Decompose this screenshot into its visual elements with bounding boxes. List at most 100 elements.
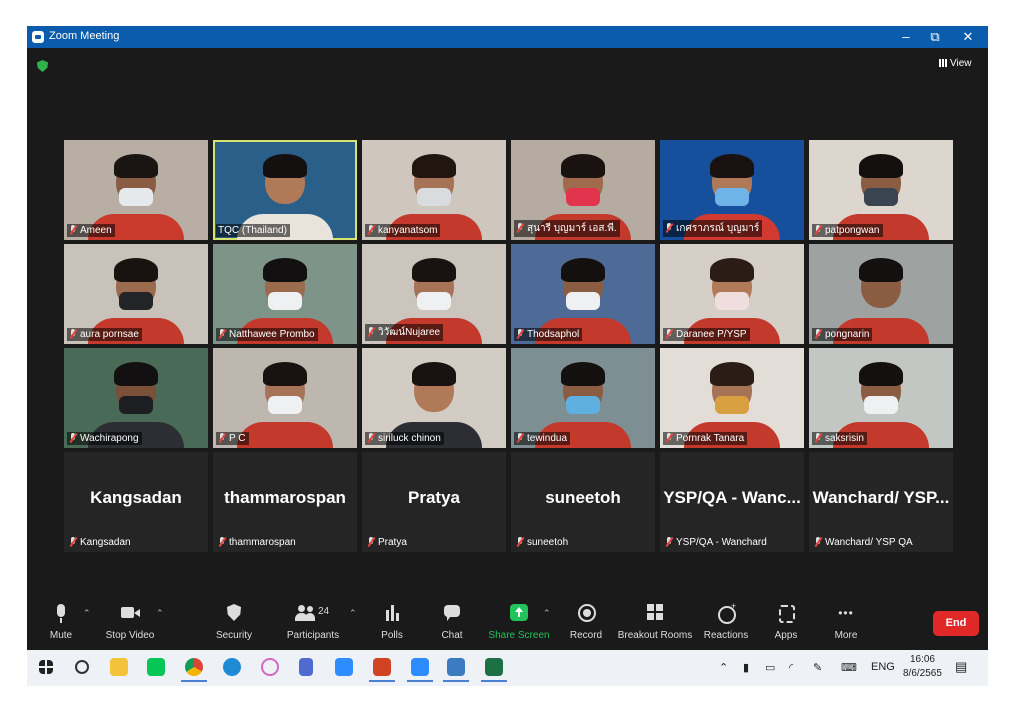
participant-name: Wanchard/ YSP QA [825, 537, 913, 548]
windows-start-icon[interactable] [39, 660, 53, 674]
search-icon[interactable] [75, 660, 89, 674]
muted-microphone-icon [814, 329, 822, 338]
excel-icon[interactable] [481, 658, 507, 682]
chrome-icon[interactable] [181, 658, 207, 682]
muted-microphone-icon [69, 537, 77, 546]
participant-hair [561, 362, 605, 386]
pinwheel-icon[interactable] [261, 658, 279, 676]
participant-tile[interactable]: สุนารี บุญมาร์ เอส.พี. [511, 140, 655, 240]
chat-button[interactable]: Chat [417, 600, 487, 641]
participant-tile[interactable]: siriluck chinon [362, 348, 506, 448]
participant-tile[interactable]: Daranee P/YSP [660, 244, 804, 344]
zoom-meeting-icon[interactable] [407, 658, 433, 682]
participant-tile[interactable]: Natthawee Prombo [213, 244, 357, 344]
participant-tile[interactable]: saksrisin [809, 348, 953, 448]
participants-button[interactable]: 24 Participants [278, 600, 348, 641]
minimize-button[interactable]: – [895, 28, 917, 46]
participant-shirt [237, 422, 333, 448]
participant-hair [710, 362, 754, 386]
participant-hair [412, 154, 456, 178]
calculator-icon[interactable] [299, 658, 313, 676]
participant-tile[interactable]: Thodsaphol [511, 244, 655, 344]
microphone-tray-icon[interactable]: ▮ [743, 661, 749, 674]
participant-name: thammarospan [229, 537, 296, 548]
participant-tile[interactable]: P C [213, 348, 357, 448]
battery-icon[interactable]: ▭ [765, 661, 775, 674]
line-icon[interactable] [147, 658, 165, 676]
breakout-rooms-button[interactable]: Breakout Rooms [615, 600, 695, 641]
participant-name: Kangsadan [80, 537, 131, 548]
file-explorer-icon[interactable] [110, 658, 128, 676]
participants-count: 24 [318, 606, 330, 617]
participant-name: pongnarin [825, 329, 870, 340]
participant-tile[interactable]: Kangsadan Kangsadan [64, 452, 208, 552]
participant-tile[interactable]: thammarospan thammarospan [213, 452, 357, 552]
language-indicator[interactable]: ENG [871, 661, 895, 673]
muted-microphone-icon [814, 433, 822, 442]
share-screen-button[interactable]: Share Screen [483, 600, 555, 641]
record-button[interactable]: Record [551, 600, 621, 641]
polls-bar-chart-icon [381, 602, 403, 624]
muted-microphone-icon [516, 537, 524, 546]
participant-name: Thodsaphol [527, 329, 580, 340]
encryption-shield-icon[interactable] [37, 60, 48, 72]
keyboard-icon[interactable]: ⌨ [841, 661, 857, 674]
view-label: View [950, 58, 972, 69]
participant-tile[interactable]: aura pornsae [64, 244, 208, 344]
muted-microphone-icon [69, 433, 77, 442]
notifications-icon[interactable]: ▤ [955, 659, 967, 675]
participant-hair [859, 362, 903, 386]
restore-button[interactable]: ⧉ [924, 28, 946, 46]
more-button[interactable]: ••• More [811, 600, 881, 641]
participant-name: เกศราภรณ์ บุญมาร์ [676, 223, 760, 234]
participant-hair [710, 258, 754, 282]
audio-options-chevron-icon[interactable]: ⌃ [83, 608, 91, 619]
participant-name-label: saksrisin [812, 432, 867, 445]
participant-name-label: suneetoh [514, 536, 571, 549]
participant-tile[interactable]: suneetoh suneetoh [511, 452, 655, 552]
participant-name-label: siriluck chinon [365, 432, 444, 445]
share-screen-arrow-icon [508, 602, 530, 624]
muted-microphone-icon [516, 433, 524, 442]
shield-icon [223, 602, 245, 624]
mute-button[interactable]: Mute [27, 600, 95, 641]
participant-tile[interactable]: patpongwan [809, 140, 953, 240]
more-ellipsis-icon: ••• [838, 606, 854, 620]
participant-tile[interactable]: pongnarin [809, 244, 953, 344]
security-label: Security [215, 630, 253, 641]
participant-tile[interactable]: Pratya Pratya [362, 452, 506, 552]
photos-icon[interactable] [443, 658, 469, 682]
powerpoint-icon[interactable] [369, 658, 395, 682]
participant-name-label: Pornrak Tanara [663, 432, 748, 445]
participant-tile[interactable]: วิวัฒน์Nujaree [362, 244, 506, 344]
participant-tile[interactable]: YSP/QA - Wanc... YSP/QA - Wanchard [660, 452, 804, 552]
wifi-icon[interactable]: ◜ [789, 661, 793, 674]
participant-tile[interactable]: Ameen [64, 140, 208, 240]
participant-name-label: thammarospan [216, 536, 299, 549]
participant-face-mask [566, 188, 600, 206]
participant-face-mask [268, 396, 302, 414]
view-button[interactable]: View [939, 58, 972, 69]
participant-face-mask [864, 396, 898, 414]
close-button[interactable]: ✕ [957, 28, 979, 46]
participant-tile[interactable]: Pornrak Tanara [660, 348, 804, 448]
edge-icon[interactable] [223, 658, 241, 676]
participant-tile[interactable]: Wanchard/ YSP... Wanchard/ YSP QA [809, 452, 953, 552]
participant-name-label: kanyanatsom [365, 224, 441, 237]
stop-video-button[interactable]: Stop Video [95, 600, 165, 641]
security-button[interactable]: Security [199, 600, 269, 641]
pen-icon[interactable]: ✎ [813, 661, 822, 674]
end-meeting-button[interactable]: End [933, 611, 979, 636]
video-options-chevron-icon[interactable]: ⌃ [156, 608, 164, 619]
system-clock[interactable]: 16:06 8/6/2565 [903, 653, 942, 681]
participant-tile[interactable]: เกศราภรณ์ บุญมาร์ [660, 140, 804, 240]
participant-tile[interactable]: kanyanatsom [362, 140, 506, 240]
share-options-chevron-icon[interactable]: ⌃ [543, 608, 551, 619]
show-hidden-icons-chevron-icon[interactable]: ⌃ [719, 661, 728, 674]
window-title: Zoom Meeting [49, 30, 120, 42]
zoom-icon[interactable] [335, 658, 353, 676]
participant-tile[interactable]: Wachirapong [64, 348, 208, 448]
participant-tile[interactable]: tewindua [511, 348, 655, 448]
participant-tile[interactable]: TQC (Thailand) [213, 140, 357, 240]
participants-chevron-icon[interactable]: ⌃ [349, 608, 357, 619]
